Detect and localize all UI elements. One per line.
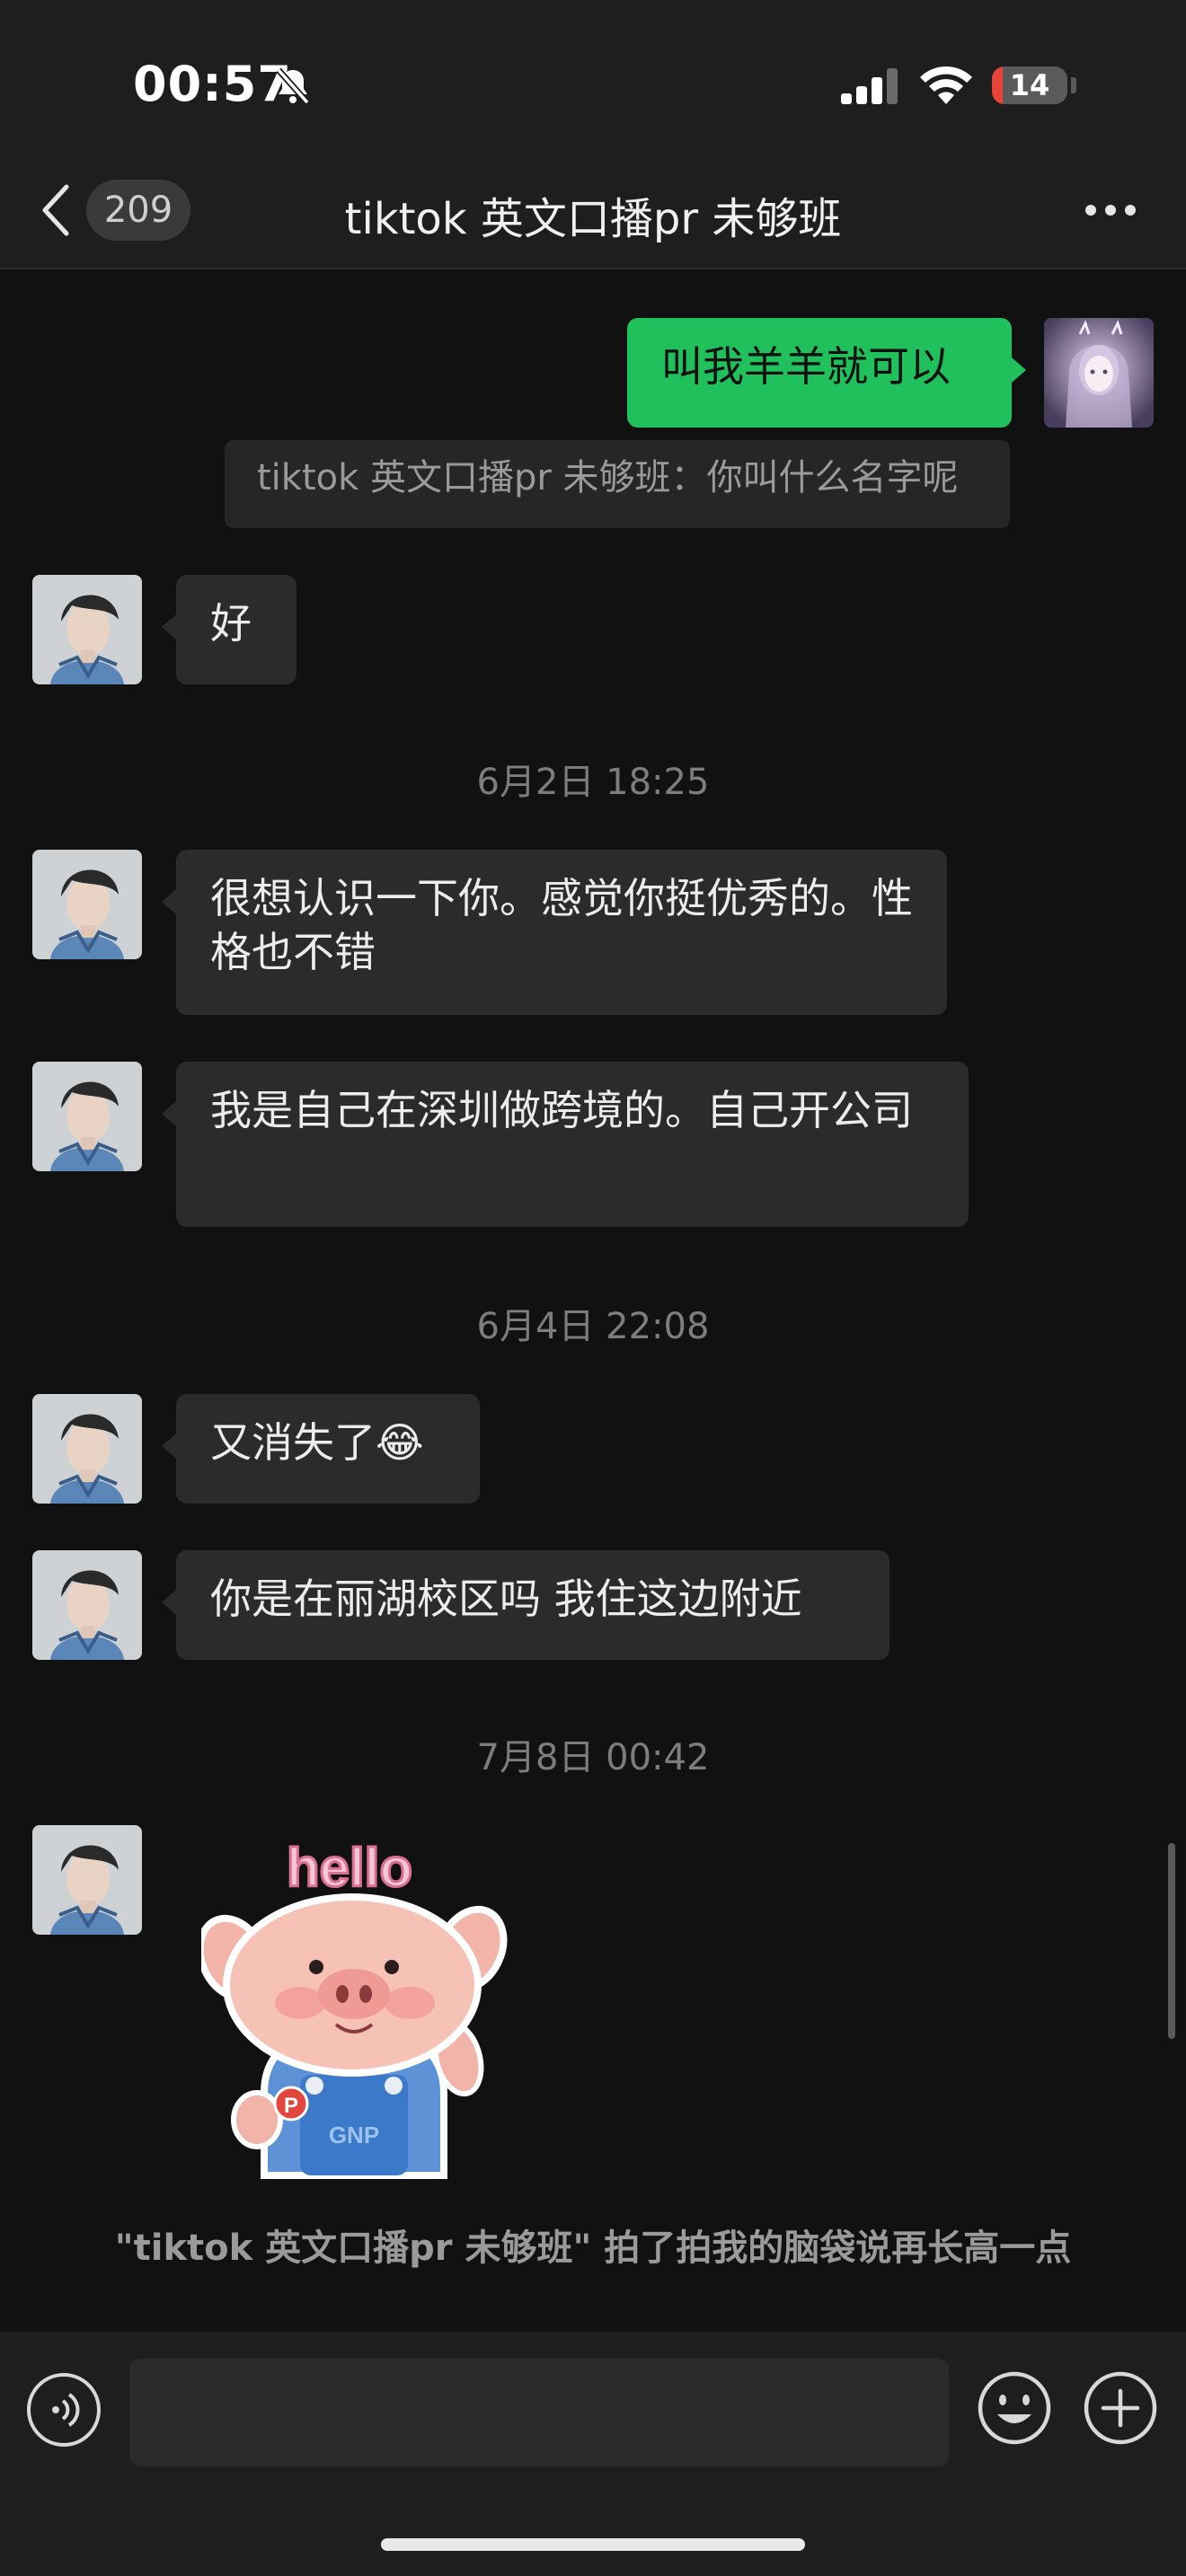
pig-hello-sticker[interactable]: hello GNP P bbox=[201, 1823, 516, 2183]
timestamp: 7月8日 00:42 bbox=[476, 1737, 710, 1778]
incoming-message[interactable]: 又消失了😂 bbox=[162, 1394, 480, 1504]
pat-notice: "tiktok 英文口播pr 未够班" 拍了拍我的脑袋说再长高一点 bbox=[114, 2228, 1072, 2269]
incoming-message[interactable]: 很想认识一下你。感觉你挺优秀的。性格也不错 bbox=[162, 850, 947, 1015]
timestamp: 6月2日 18:25 bbox=[476, 762, 710, 803]
overalls-label: GNP bbox=[329, 2122, 379, 2148]
bell-slash-icon bbox=[276, 67, 310, 105]
sticker-badge: P bbox=[284, 2094, 298, 2118]
quoted-message[interactable]: tiktok 英文口播pr 未够班：你叫什么名字呢 bbox=[225, 440, 1010, 528]
nav-divider bbox=[0, 268, 1186, 269]
contact-avatar[interactable] bbox=[32, 850, 142, 959]
sticker-caption: hello bbox=[287, 1838, 412, 1898]
battery-indicator: 14 bbox=[992, 66, 1067, 104]
home-indicator[interactable] bbox=[381, 2538, 805, 2551]
status-time: 00:57 bbox=[133, 56, 292, 112]
incoming-message[interactable]: 我是自己在深圳做跨境的。自己开公司 bbox=[162, 1062, 969, 1227]
contact-avatar[interactable] bbox=[32, 1550, 142, 1660]
wifi-icon bbox=[920, 66, 972, 104]
contact-avatar[interactable] bbox=[32, 1825, 142, 1935]
contact-avatar[interactable] bbox=[32, 1062, 142, 1171]
battery-percent: 14 bbox=[1009, 68, 1050, 102]
emoji-icon[interactable] bbox=[976, 2369, 1053, 2447]
contact-avatar[interactable] bbox=[32, 1394, 142, 1504]
chat-title: tiktok 英文口播pr 未够班 bbox=[344, 194, 842, 244]
incoming-message[interactable]: 好 bbox=[162, 575, 296, 684]
message-input[interactable] bbox=[129, 2359, 949, 2466]
plus-circle-icon[interactable] bbox=[1082, 2369, 1159, 2447]
battery-tip bbox=[1071, 77, 1076, 93]
incoming-message[interactable]: 你是在丽湖校区吗 我住这边附近 bbox=[162, 1550, 890, 1660]
voice-icon bbox=[52, 2393, 80, 2427]
contact-avatar[interactable] bbox=[32, 575, 142, 684]
outgoing-message[interactable]: 叫我羊羊就可以 bbox=[627, 318, 1026, 428]
voice-button[interactable] bbox=[27, 2373, 101, 2447]
timestamp: 6月4日 22:08 bbox=[476, 1306, 710, 1347]
ellipsis-icon[interactable] bbox=[1084, 201, 1137, 219]
cellular-signal-icon bbox=[841, 68, 898, 104]
scrollbar[interactable] bbox=[1168, 1843, 1175, 2039]
my-avatar[interactable] bbox=[1044, 318, 1154, 428]
